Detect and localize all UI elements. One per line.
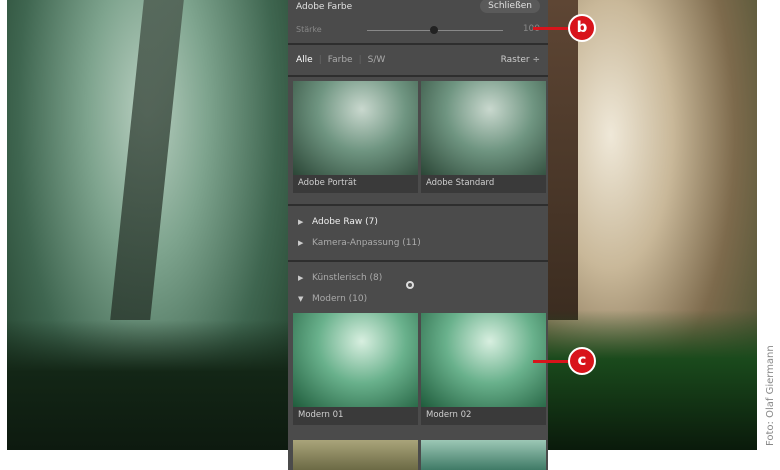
- divider: [288, 260, 548, 262]
- photo-credit: Foto: Olaf Giermann: [765, 345, 776, 446]
- collapse-arrow-icon: ▼: [298, 295, 304, 303]
- profile-thumb-adobe-portrait[interactable]: Adobe Porträt: [293, 81, 418, 193]
- callout-line: [533, 360, 573, 363]
- close-button[interactable]: Schließen: [480, 0, 540, 13]
- group-artistic[interactable]: ▶ Künstlerisch (8): [298, 273, 382, 283]
- photo-after: [548, 0, 757, 450]
- photo-before: [7, 0, 288, 450]
- tab-all[interactable]: Alle: [296, 55, 313, 65]
- slider-knob[interactable]: [430, 26, 438, 34]
- profile-browser-panel: Adobe Farbe Schließen Stärke 100 Alle | F…: [288, 0, 548, 470]
- expand-arrow-icon: ▶: [298, 218, 304, 226]
- filter-tabs: Alle | Farbe | S/W: [296, 55, 386, 65]
- zoom-cursor-icon: [406, 281, 414, 289]
- view-mode-select[interactable]: Raster ÷: [501, 55, 540, 65]
- divider: [288, 75, 548, 77]
- profile-thumb-adobe-standard[interactable]: Adobe Standard: [421, 81, 546, 193]
- strength-slider[interactable]: [367, 26, 503, 34]
- callout-b: b: [568, 14, 596, 42]
- group-modern[interactable]: ▼ Modern (10): [298, 294, 367, 304]
- profile-thumb-modern-02[interactable]: Modern 02: [421, 313, 546, 425]
- profile-thumb-next[interactable]: [293, 440, 418, 470]
- callout-line: [533, 27, 573, 30]
- expand-arrow-icon: ▶: [298, 239, 304, 247]
- divider: [288, 43, 548, 45]
- expand-arrow-icon: ▶: [298, 274, 304, 282]
- group-adobe-raw[interactable]: ▶ Adobe Raw (7): [298, 217, 378, 227]
- callout-c: c: [568, 347, 596, 375]
- tab-color[interactable]: Farbe: [328, 55, 353, 65]
- strength-label: Stärke: [296, 25, 322, 34]
- group-camera-matching[interactable]: ▶ Kamera-Anpassung (11): [298, 238, 421, 248]
- panel-title: Adobe Farbe: [296, 2, 353, 12]
- tab-bw[interactable]: S/W: [368, 55, 386, 65]
- divider: [288, 204, 548, 206]
- profile-thumb-next[interactable]: [421, 440, 546, 470]
- profile-thumb-modern-01[interactable]: Modern 01: [293, 313, 418, 425]
